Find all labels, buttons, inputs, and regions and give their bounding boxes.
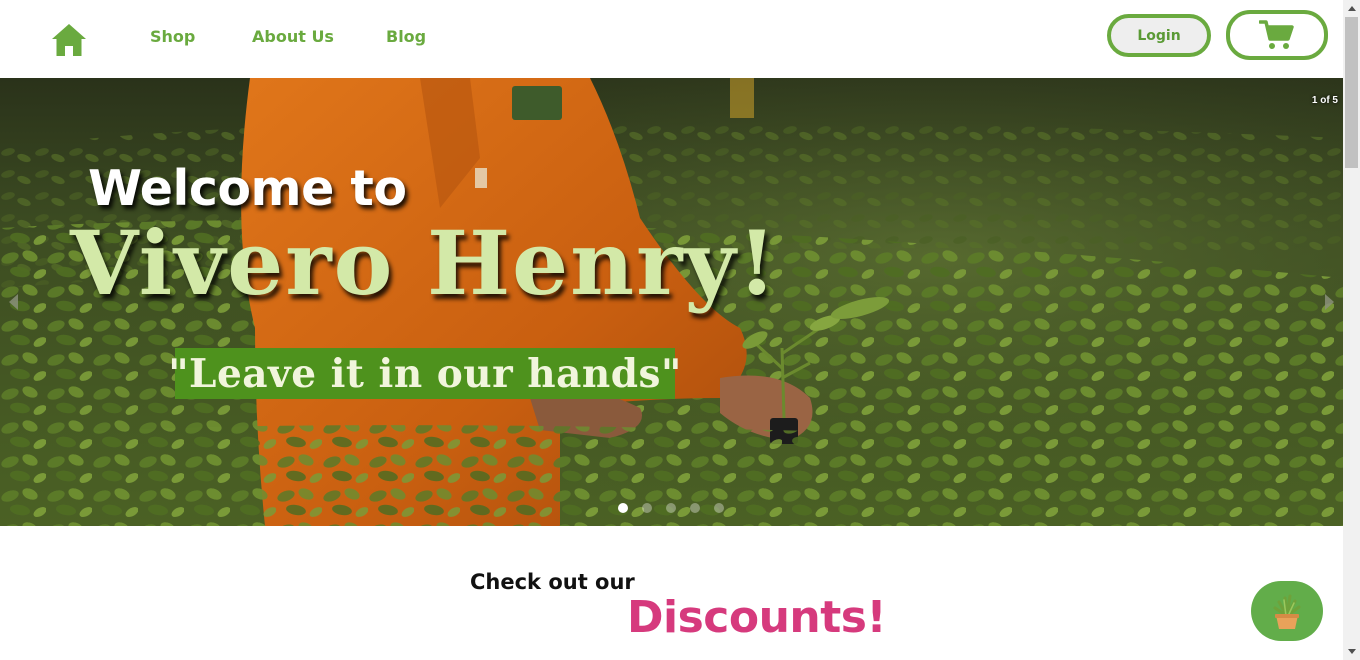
carousel-next-button[interactable]: [1322, 290, 1336, 314]
nav-link-shop[interactable]: Shop: [150, 27, 195, 46]
nav-link-about-us[interactable]: About Us: [252, 27, 334, 46]
potted-plant-icon: [1273, 594, 1301, 629]
chat-bubble-button[interactable]: [1251, 581, 1323, 641]
home-icon: [52, 24, 86, 56]
cart-button[interactable]: [1226, 10, 1328, 60]
hero-slogan: "Leave it in our hands": [168, 350, 682, 397]
caret-up-icon: [1347, 6, 1356, 11]
hero-title: Vivero Henry!: [70, 211, 779, 315]
scrollbar-thumb[interactable]: [1345, 17, 1358, 168]
carousel-dot[interactable]: [690, 503, 700, 513]
slide-counter: 1 of 5: [1311, 95, 1338, 106]
shopping-cart-icon: [1259, 20, 1294, 49]
hero-slogan-box: "Leave it in our hands": [168, 348, 681, 399]
carousel-dot[interactable]: [618, 503, 628, 513]
carousel-dot[interactable]: [666, 503, 676, 513]
carousel-dots: [618, 503, 724, 513]
scroll-down-button[interactable]: [1343, 643, 1360, 660]
chevron-left-icon: [9, 294, 18, 310]
hero-carousel: 1 of 5 Welcome to Vivero Henry! "Leave i…: [0, 78, 1343, 526]
home-link[interactable]: [50, 22, 88, 58]
promo-lead-text: Check out our: [470, 570, 635, 594]
carousel-dot[interactable]: [714, 503, 724, 513]
carousel-prev-button[interactable]: [7, 290, 21, 314]
page-scrollbar[interactable]: [1343, 0, 1360, 660]
nav-link-blog[interactable]: Blog: [386, 27, 426, 46]
hero-welcome-text: Welcome to: [88, 160, 407, 217]
caret-down-icon: [1347, 649, 1356, 654]
carousel-dot[interactable]: [642, 503, 652, 513]
navbar: Shop About Us Blog Login: [0, 0, 1343, 78]
scroll-up-button[interactable]: [1343, 0, 1360, 17]
login-button[interactable]: Login: [1107, 14, 1211, 57]
chevron-right-icon: [1325, 294, 1334, 310]
promo-discounts-heading: Discounts!: [627, 592, 887, 643]
